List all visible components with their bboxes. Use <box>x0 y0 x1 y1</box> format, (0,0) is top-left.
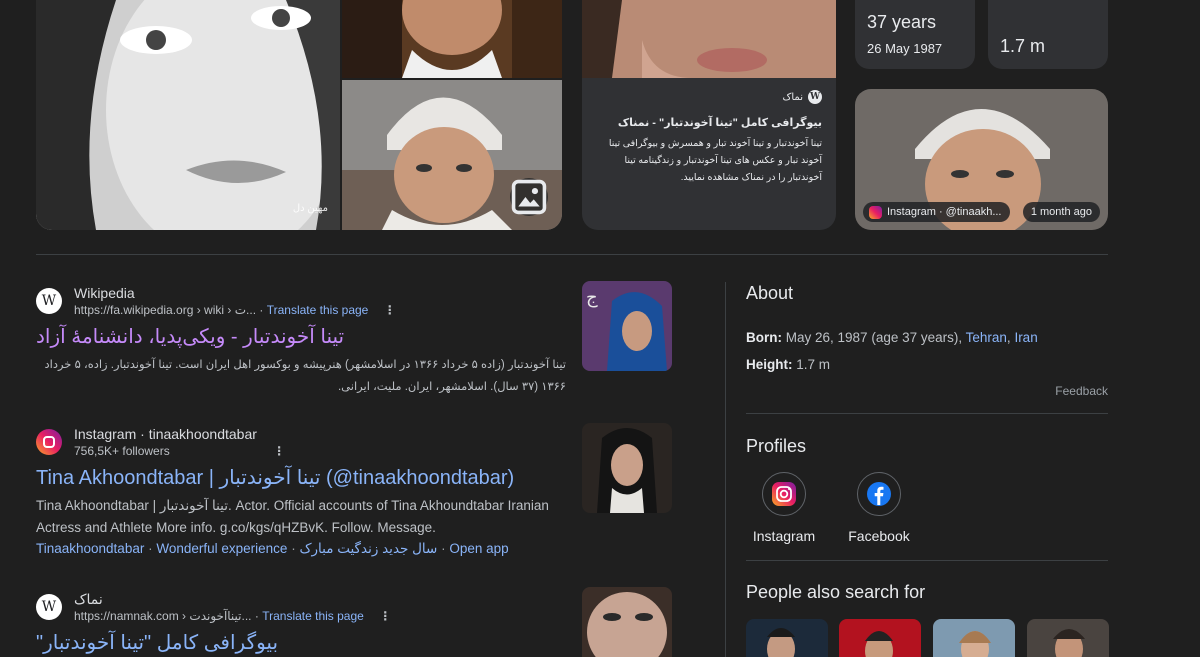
profile-label: Instagram <box>752 528 816 544</box>
profile-instagram[interactable]: Instagram <box>744 472 824 544</box>
sitelink[interactable]: سال جدید زندگیت مبارک <box>299 541 437 556</box>
result-title-link[interactable]: بیوگرافی کامل "تینا آخوندتبار" <box>36 630 566 656</box>
height-fact: Height: 1.7 m <box>746 357 1108 372</box>
result-snippet: Tina Akhoondtabar | تینا آخوندتبار. Acto… <box>36 498 549 535</box>
image-instagram-portrait[interactable]: Instagram · @tinaakh... 1 month ago <box>855 89 1108 230</box>
instagram-icon <box>762 472 806 516</box>
panel-separator <box>746 413 1108 414</box>
age-value: 37 years <box>867 12 937 32</box>
sitelink[interactable]: Tinaakhoondtabar <box>36 541 144 556</box>
svg-text:ج: ج <box>586 287 598 308</box>
section-divider <box>36 254 1108 255</box>
born-city-link[interactable]: Tehran <box>966 330 1007 345</box>
translate-link[interactable]: Translate this page <box>267 303 369 317</box>
profiles-heading: Profiles <box>746 436 807 456</box>
wordpress-icon: W <box>36 594 62 620</box>
wikipedia-icon: W <box>36 288 62 314</box>
more-options-icon[interactable]: ⋮ <box>384 302 396 318</box>
about-heading: About <box>746 283 794 303</box>
result-source-name: Wikipedia <box>74 285 135 301</box>
image-beanie-portrait[interactable] <box>342 80 562 230</box>
profiles-section: Profiles <box>746 436 1108 457</box>
facebook-icon <box>857 472 901 516</box>
namnak-site-name: نماک <box>782 91 803 103</box>
image-viewer-button[interactable] <box>510 178 548 216</box>
birthdate-value: 26 May 1987 <box>867 41 943 56</box>
sitelink[interactable]: Wonderful experience <box>156 541 287 556</box>
about-section: About Born: May 26, 1987 (age 37 years),… <box>746 283 1108 398</box>
born-country-link[interactable]: Iran <box>1014 330 1037 345</box>
born-label: Born: <box>746 330 782 345</box>
image-icon <box>511 179 547 215</box>
instagram-source-badge: Instagram · @tinaakh... <box>863 202 1010 222</box>
instagram-source-text: Instagram · @tinaakh... <box>887 206 1002 218</box>
result-snippet: تینا آخوندتبار (زاده ۵ خرداد ۱۳۶۶ در اسل… <box>44 359 566 393</box>
sitelink[interactable]: Open app <box>449 541 508 556</box>
height-value: 1.7 m <box>796 357 831 372</box>
related-person-thumbnail[interactable] <box>1027 619 1109 657</box>
age-card[interactable]: 37 years 26 May 1987 <box>855 0 975 69</box>
time-badge: 1 month ago <box>1022 202 1100 222</box>
watermark-text: مهین دل <box>292 203 328 214</box>
namnak-result-card[interactable]: W نماک بیوگرافی کامل "تینا آخوندتبار" - … <box>582 78 836 230</box>
born-fact: Born: May 26, 1987 (age 37 years), Tehra… <box>746 330 1038 345</box>
result-source-name: نماک <box>74 591 103 607</box>
more-options-icon[interactable]: ⋮ <box>273 443 285 459</box>
profile-facebook[interactable]: Facebook <box>839 472 919 544</box>
result-title-link[interactable]: Tina Akhoondtabar | تینا آخوندتبار (@tin… <box>36 465 566 491</box>
feedback-link[interactable]: Feedback <box>746 384 1108 398</box>
namnak-card-description: تینا آخوندتبار و تینا آخوند تبار و همسرش… <box>608 138 822 183</box>
wordpress-icon: W <box>808 90 822 104</box>
result-thumbnail[interactable] <box>582 423 672 513</box>
search-result-wikipedia: W Wikipedia https://fa.wikipedia.org › w… <box>36 284 566 398</box>
search-result-namnak: W نماک https://namnak.com › تینا‌آخوندت.… <box>36 590 566 656</box>
height-card[interactable]: 1.7 m <box>988 0 1108 69</box>
translate-link[interactable]: Translate this page <box>262 609 364 623</box>
related-person-thumbnail[interactable] <box>746 619 828 657</box>
result-url[interactable]: https://namnak.com › تینا‌آخوندت... <box>74 609 252 623</box>
profile-label: Facebook <box>848 528 910 544</box>
panel-divider <box>725 282 726 657</box>
search-result-instagram: Instagram · tinaakhoondtabar 756,5K+ fol… <box>36 425 566 557</box>
image-grayscale-portrait[interactable]: مهین دل <box>36 0 340 230</box>
related-person-thumbnail[interactable] <box>839 619 921 657</box>
height-stat-value: 1.7 m <box>1000 36 1046 56</box>
instagram-icon <box>36 429 62 455</box>
people-also-search-heading: People also search for <box>746 582 926 602</box>
followers-count: 756,5K+ followers <box>74 444 170 458</box>
people-also-search-section: People also search for <box>746 582 1108 603</box>
image-portrait-top-middle[interactable] <box>342 0 562 78</box>
instagram-icon <box>869 205 882 219</box>
height-label: Height: <box>746 357 793 372</box>
result-source-name: Instagram · tinaakhoondtabar <box>74 426 257 442</box>
image-namnak-portrait[interactable] <box>582 0 836 78</box>
result-url[interactable]: https://fa.wikipedia.org › wiki › ت... <box>74 303 256 317</box>
more-options-icon[interactable]: ⋮ <box>379 608 391 624</box>
result-title-link[interactable]: تینا آخوندتبار - ویکی‌پدیا، دانشنامهٔ آز… <box>36 324 566 350</box>
namnak-card-title[interactable]: بیوگرافی کامل "تینا آخوندتبار" - نمناک <box>596 116 822 129</box>
born-value: May 26, 1987 (age 37 years), <box>785 330 963 345</box>
related-person-thumbnail[interactable] <box>933 619 1015 657</box>
result-thumbnail[interactable]: ج <box>582 281 672 371</box>
result-thumbnail[interactable] <box>582 587 672 657</box>
panel-separator <box>746 560 1108 561</box>
